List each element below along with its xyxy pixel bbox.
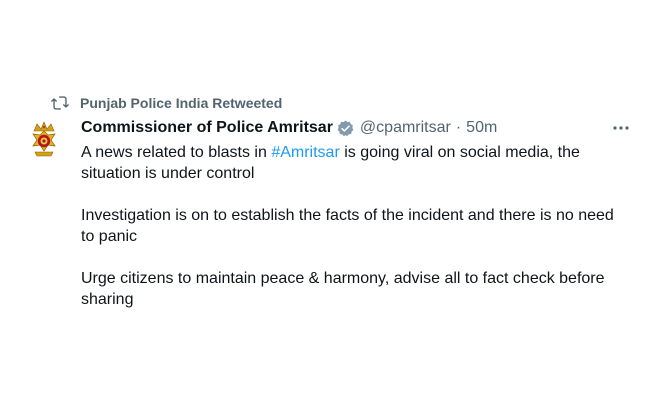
tweet-timestamp[interactable]: 50m: [466, 119, 497, 137]
hashtag-link[interactable]: #Amritsar: [271, 144, 339, 161]
retweet-context: Punjab Police India Retweeted: [50, 94, 282, 112]
retweet-label[interactable]: Punjab Police India Retweeted: [80, 95, 282, 111]
tweet-paragraph-3: Urge citizens to maintain peace & harmon…: [81, 270, 605, 308]
tweet-paragraph-1: A news related to blasts in #Amritsar is…: [81, 142, 631, 184]
tweet-card[interactable]: Punjab Police India Retweeted Commission…: [0, 0, 650, 418]
verified-badge-icon[interactable]: [337, 120, 354, 137]
police-emblem-icon: [22, 118, 66, 162]
tweet-content: Commissioner of Police Amritsar @cpamrit…: [81, 116, 631, 310]
tweet-paragraph-2: Investigation is on to establish the fac…: [81, 207, 614, 245]
tweet-header: Commissioner of Police Amritsar @cpamrit…: [81, 116, 631, 140]
avatar[interactable]: [22, 118, 66, 162]
retweet-icon: [50, 96, 70, 110]
separator-dot: ·: [455, 119, 462, 136]
author-display-name[interactable]: Commissioner of Police Amritsar: [81, 119, 333, 137]
text-segment: A news related to blasts in: [81, 144, 272, 161]
author-handle[interactable]: @cpamritsar: [360, 119, 451, 137]
tweet-text: A news related to blasts in #Amritsar is…: [81, 142, 631, 310]
